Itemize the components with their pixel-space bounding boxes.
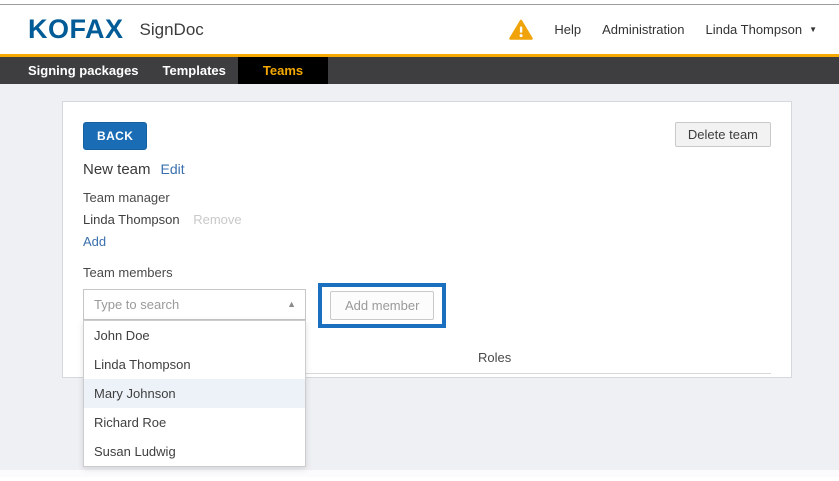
dropdown-option[interactable]: Richard Roe xyxy=(84,408,305,437)
back-button[interactable]: BACK xyxy=(83,122,147,150)
team-manager-label: Team manager xyxy=(83,190,771,205)
help-link[interactable]: Help xyxy=(554,22,581,37)
dropdown-option[interactable]: Susan Ludwig xyxy=(84,437,305,466)
user-name: Linda Thompson xyxy=(705,22,802,37)
delete-team-button[interactable]: Delete team xyxy=(675,122,771,147)
dropdown-option-highlighted[interactable]: Mary Johnson xyxy=(84,379,305,408)
dropdown-option[interactable]: Linda Thompson xyxy=(84,350,305,379)
kofax-logo: KOFAX xyxy=(28,14,124,45)
member-dropdown-list: John Doe Linda Thompson Mary Johnson Ric… xyxy=(83,320,306,467)
remove-manager-link[interactable]: Remove xyxy=(193,212,241,227)
member-search-input[interactable] xyxy=(83,289,306,320)
roles-column-header: Roles xyxy=(478,350,511,365)
user-menu[interactable]: Linda Thompson ▼ xyxy=(705,22,817,37)
edit-team-name-link[interactable]: Edit xyxy=(161,161,185,177)
card-top-row: BACK Delete team xyxy=(83,122,771,150)
team-name: New team xyxy=(83,161,151,178)
team-detail-card: BACK Delete team New team Edit Team mana… xyxy=(62,101,792,378)
window-bottom-strip xyxy=(0,470,839,477)
member-controls: ▲ John Doe Linda Thompson Mary Johnson R… xyxy=(83,289,771,328)
app-header: KOFAX SignDoc Help Administration Linda … xyxy=(0,5,839,54)
administration-link[interactable]: Administration xyxy=(602,22,684,37)
nav-tab-teams[interactable]: Teams xyxy=(238,57,328,84)
warning-icon[interactable] xyxy=(509,19,533,41)
team-name-row: New team Edit xyxy=(83,161,771,178)
nav-tab-templates[interactable]: Templates xyxy=(151,57,238,84)
member-search-combobox: ▲ John Doe Linda Thompson Mary Johnson R… xyxy=(83,289,306,320)
page-content: BACK Delete team New team Edit Team mana… xyxy=(0,84,839,470)
main-nav: Signing packages Templates Teams xyxy=(0,54,839,84)
add-member-button[interactable]: Add member xyxy=(330,291,434,320)
team-manager-row: Linda Thompson Remove xyxy=(83,212,771,227)
app-window: KOFAX SignDoc Help Administration Linda … xyxy=(0,0,839,481)
add-member-highlight-box: Add member xyxy=(318,283,446,328)
nav-tab-signing-packages[interactable]: Signing packages xyxy=(16,57,151,84)
dropdown-option[interactable]: John Doe xyxy=(84,321,305,350)
team-members-label: Team members xyxy=(83,265,771,280)
header-actions: Help Administration Linda Thompson ▼ xyxy=(509,19,817,41)
add-manager-link[interactable]: Add xyxy=(83,234,106,249)
team-manager-name: Linda Thompson xyxy=(83,212,180,227)
product-name: SignDoc xyxy=(140,20,204,40)
chevron-down-icon: ▼ xyxy=(809,25,817,34)
